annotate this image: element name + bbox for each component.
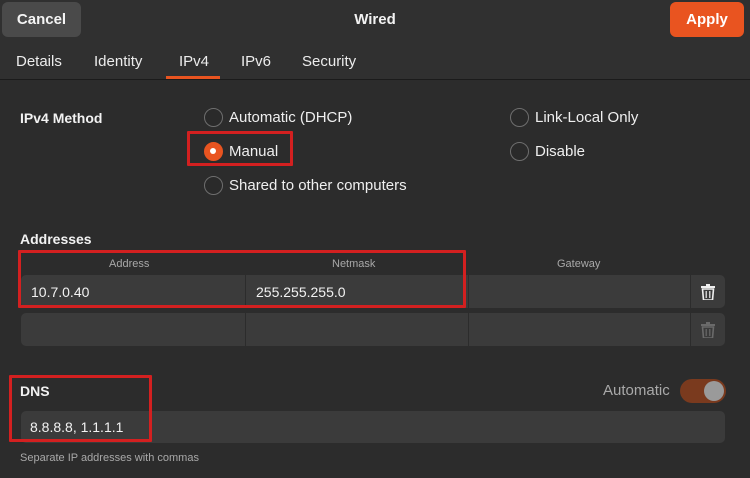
radio-button-icon[interactable]	[204, 108, 223, 127]
header-bar: Cancel Wired Apply	[0, 0, 750, 40]
trash-icon	[700, 283, 715, 300]
radio-automatic-dhcp[interactable]: Automatic (DHCP)	[204, 108, 352, 127]
radio-link-local[interactable]: Link-Local Only	[510, 108, 638, 127]
radio-label: Link-Local Only	[535, 109, 639, 126]
address-row-empty	[21, 313, 725, 346]
dns-label: DNS	[20, 383, 50, 399]
apply-button[interactable]: Apply	[670, 2, 744, 37]
tab-ipv4[interactable]: IPv4	[179, 53, 209, 70]
tab-details[interactable]: Details	[16, 53, 62, 70]
tab-identity[interactable]: Identity	[94, 53, 142, 70]
dns-automatic-label: Automatic	[603, 382, 670, 399]
trash-icon	[700, 321, 715, 338]
gateway-input[interactable]	[469, 275, 690, 308]
netmask-input[interactable]: 255.255.255.0	[246, 275, 468, 308]
delete-address-button-disabled	[691, 313, 724, 346]
address-input[interactable]	[21, 313, 245, 346]
radio-button-icon[interactable]	[204, 176, 223, 195]
radio-label: Disable	[535, 143, 586, 160]
address-row: 10.7.0.40 255.255.255.0	[21, 275, 725, 308]
toggle-knob	[704, 381, 724, 401]
ipv4-method-label: IPv4 Method	[20, 110, 103, 126]
delete-address-button[interactable]	[691, 275, 724, 308]
dns-hint: Separate IP addresses with commas	[20, 452, 199, 464]
dns-automatic-toggle[interactable]	[680, 379, 726, 403]
gateway-input[interactable]	[469, 313, 690, 346]
column-header-gateway: Gateway	[557, 258, 601, 270]
radio-button-icon[interactable]	[510, 108, 529, 127]
active-tab-indicator	[166, 76, 220, 79]
radio-manual[interactable]: Manual	[204, 142, 278, 161]
tab-security[interactable]: Security	[302, 53, 356, 70]
window-title: Wired	[354, 11, 396, 28]
radio-disable[interactable]: Disable	[510, 142, 585, 161]
tab-bar: Details Identity IPv4 IPv6 Security	[0, 40, 750, 80]
column-header-address: Address	[109, 258, 150, 270]
radio-label: Shared to other computers	[229, 177, 407, 194]
addresses-label: Addresses	[20, 231, 92, 247]
tab-ipv6[interactable]: IPv6	[241, 53, 271, 70]
radio-label: Manual	[229, 143, 279, 160]
radio-button-checked-icon[interactable]	[204, 142, 223, 161]
dns-input[interactable]: 8.8.8.8, 1.1.1.1	[21, 411, 725, 443]
radio-shared[interactable]: Shared to other computers	[204, 176, 407, 195]
radio-label: Automatic (DHCP)	[229, 109, 353, 126]
column-header-netmask: Netmask	[332, 258, 376, 270]
address-input[interactable]: 10.7.0.40	[21, 275, 245, 308]
radio-button-icon[interactable]	[510, 142, 529, 161]
netmask-input[interactable]	[246, 313, 468, 346]
